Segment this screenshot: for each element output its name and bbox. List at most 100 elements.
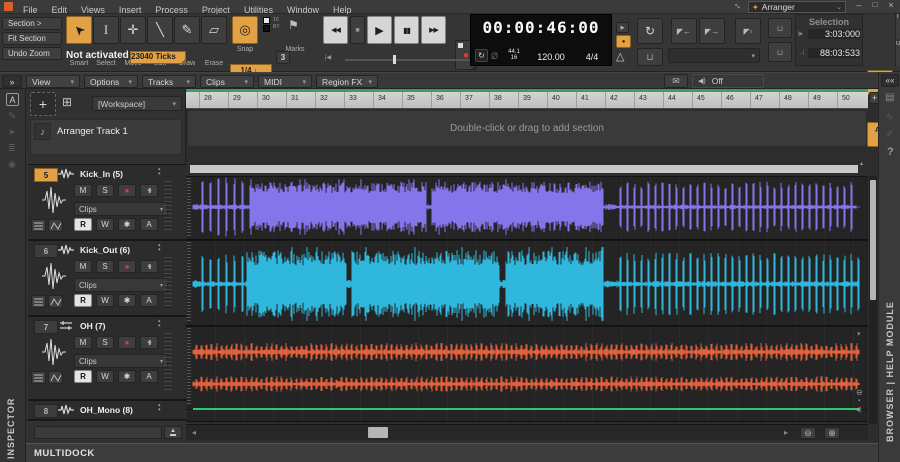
zoom-out-button[interactable]: ⊖ (800, 427, 816, 439)
collapse-icon[interactable]: ▴▾ (158, 167, 161, 177)
clipped-button-2[interactable]: U (895, 41, 900, 66)
solo-button[interactable]: S (96, 260, 114, 273)
menu-tab-options[interactable]: Options▾ (84, 75, 138, 88)
collapse-icon[interactable]: ▴▾ (158, 319, 161, 329)
automation-✱-button[interactable]: ✱ (118, 294, 136, 307)
snap-ticks-value[interactable]: 23040 Ticks (130, 51, 186, 64)
track-number[interactable]: 8 (34, 404, 58, 418)
arranger-track-header[interactable]: ♪ Arranger Track 1 (30, 119, 182, 155)
snap-toggle-top[interactable] (263, 17, 270, 24)
pencil-icon[interactable]: ✎ (886, 112, 894, 123)
tool-erase[interactable]: ▱ (201, 16, 227, 44)
mini-play-button[interactable]: ▶ (616, 22, 629, 33)
workspace-selector[interactable]: ✦ Arranger ⌄ (748, 1, 846, 13)
menu-tab-region-fx[interactable]: Region FX▾ (316, 75, 378, 88)
automation-lanes-icon[interactable] (31, 371, 46, 384)
timeline-ruler[interactable]: 2829303132333435363738394041424344454647… (186, 89, 868, 109)
folder-icon[interactable]: ▤ (885, 92, 894, 103)
track-number[interactable]: 6 (34, 244, 58, 258)
clip-lane-oh[interactable] (186, 326, 868, 410)
rewind-button[interactable]: ◀◀ (323, 16, 348, 44)
forward-button[interactable]: ▶▶ (421, 16, 446, 44)
time-signature[interactable]: 4/4 (577, 52, 607, 62)
horizontal-scrollbar[interactable]: ◂ ▸ ⊖ ⊕ (186, 424, 868, 440)
punch-out-button[interactable]: ◤ → (699, 18, 725, 44)
punch-marker-button[interactable]: ◤ ▫ (735, 18, 761, 44)
lane-speaker-icon[interactable]: ◀) (855, 406, 862, 413)
clips-dropdown[interactable]: Clips▾ (74, 354, 168, 368)
track-number[interactable]: 5 (34, 168, 58, 182)
automation-a-button[interactable]: A (140, 294, 158, 307)
section-button-1[interactable]: Fit Section (2, 32, 62, 45)
clipped-button-1[interactable]: T (895, 14, 900, 39)
lane-chevron-icon[interactable]: ▾ (857, 330, 861, 338)
input-echo-button[interactable]: •))) (140, 260, 158, 273)
sync-icon[interactable]: ↻ (475, 49, 488, 62)
tool-move[interactable]: ✛ (120, 16, 146, 44)
automation-a-button[interactable]: A (140, 370, 158, 383)
restore-button[interactable]: □ (868, 0, 882, 13)
input-echo-button[interactable]: •))) (140, 336, 158, 349)
clip-lane-kick-out[interactable] (186, 240, 868, 326)
automation-r-button[interactable]: R (74, 218, 92, 231)
arrow-icon[interactable]: ➤ (8, 127, 16, 138)
loop-button[interactable]: ↻ (637, 18, 663, 44)
snap-button[interactable]: ◎ (232, 16, 258, 44)
collapse-browser-button[interactable]: «« (881, 74, 899, 87)
selection-to[interactable]: 88:03:533 (808, 48, 860, 58)
track-6[interactable]: 6Kick_Out (6)▴▾MS●•)))Clips▾RW✱A (28, 240, 186, 316)
input-echo-button[interactable]: •))) (140, 184, 158, 197)
lanes-icon[interactable]: ≣ (8, 143, 16, 154)
automation-✱-button[interactable]: ✱ (118, 370, 136, 383)
automation-w-button[interactable]: W (96, 218, 114, 231)
tool-edit[interactable]: ╲ (147, 16, 173, 44)
add-section-button[interactable]: + (30, 92, 56, 116)
loop-set-button[interactable]: ⊔ (768, 18, 792, 38)
menu-tab-clips[interactable]: Clips▾ (200, 75, 254, 88)
time-display[interactable]: 00:00:46:00 (471, 18, 611, 37)
clip-lane-oh-mono[interactable] (186, 409, 868, 422)
zoom-in-button[interactable]: ⊕ (824, 427, 840, 439)
sync-circle-icon[interactable]: ◉ (8, 159, 16, 170)
automation-w-button[interactable]: W (96, 294, 114, 307)
track-7[interactable]: 7OH (7)▴▾MS●•)))Clips▾RW✱A (28, 316, 186, 400)
section-button-2[interactable]: Undo Zoom (2, 47, 62, 60)
clip-lane-kick-in[interactable] (186, 176, 868, 240)
section-button-0[interactable]: Section > (2, 17, 62, 30)
marks-icon[interactable]: ⚑ (288, 18, 299, 32)
tool-smart[interactable]: ➤ (66, 16, 92, 44)
automation-a-button[interactable]: A (140, 218, 158, 231)
add-track-icon[interactable]: ⊞ (62, 95, 72, 109)
collapse-icon[interactable]: ▴▾ (158, 243, 161, 253)
position-slider-thumb[interactable] (393, 55, 396, 64)
envelope-tool-icon[interactable] (48, 219, 63, 232)
eject-button[interactable]: ▲ (164, 426, 182, 439)
track-manager-button[interactable]: ✉ (664, 74, 688, 88)
snap-toggle-bottom[interactable] (263, 25, 270, 32)
selection-from[interactable]: 3:03:000 (808, 29, 860, 39)
scroll-right-icon[interactable]: ▸ (784, 428, 788, 437)
solo-button[interactable]: S (96, 184, 114, 197)
workspace-dropdown[interactable]: [Workspace] ▾ (92, 96, 182, 111)
mute-button[interactable]: M (74, 336, 92, 349)
expand-left-button[interactable]: » (2, 75, 22, 88)
clips-dropdown[interactable]: Clips▾ (74, 278, 168, 292)
automation-✱-button[interactable]: ✱ (118, 218, 136, 231)
pause-button[interactable]: ▮▮ (394, 16, 419, 44)
clip-header-strip[interactable] (190, 165, 858, 173)
pencil2-icon[interactable]: ✐ (886, 129, 894, 140)
menu-tab-midi[interactable]: MIDI▾ (258, 75, 312, 88)
scroll-up-icon[interactable]: ▴ (860, 160, 863, 167)
browser-helpmodule-label[interactable]: BROWSER | HELP MODULE (885, 232, 895, 442)
lane-box-icon[interactable]: ▪ (858, 398, 860, 404)
metronome-icon[interactable]: △ (616, 50, 624, 63)
arranger-inspector-button[interactable]: A (6, 93, 19, 106)
loop-markers-button[interactable]: ⊔ (637, 48, 663, 66)
track-5[interactable]: 5Kick_In (5)▴▾MS●•)))Clips▾RW✱A (28, 164, 186, 240)
stop-button[interactable]: ■ (350, 16, 365, 44)
vertical-scrollbar[interactable] (869, 176, 877, 424)
arm-record-button[interactable]: ● (118, 260, 136, 273)
automation-lanes-icon[interactable] (31, 295, 46, 308)
pencil-icon[interactable]: ✎ (8, 111, 16, 122)
aim-assist-dropdown[interactable]: ◀) Off (692, 74, 764, 88)
